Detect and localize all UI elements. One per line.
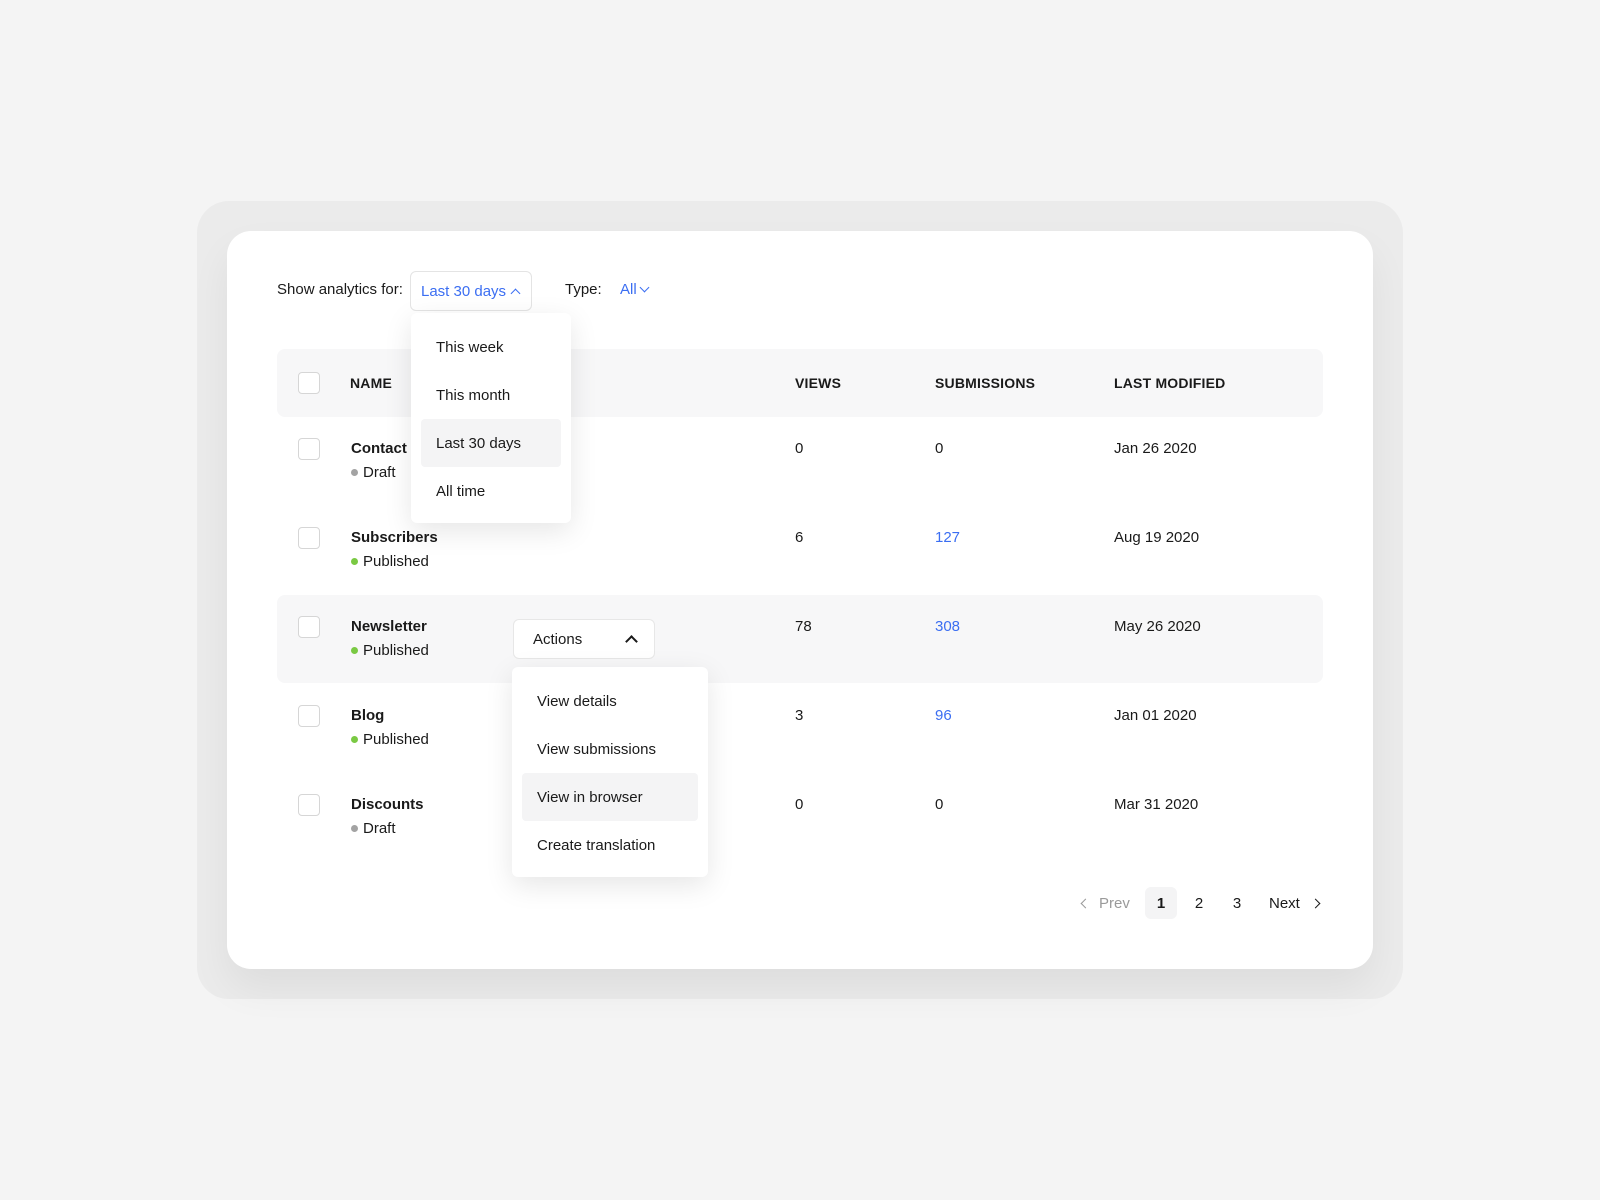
next-page-button[interactable]: Next <box>1269 887 1321 919</box>
column-header-views[interactable]: VIEWS <box>795 375 841 391</box>
period-dropdown-menu: This week This month Last 30 days All ti… <box>411 313 571 523</box>
row-views: 6 <box>795 529 804 546</box>
next-label: Next <box>1269 894 1300 912</box>
chevron-right-icon <box>1310 898 1321 908</box>
table-row[interactable]: Blog Published 3 96 Jan 01 2020 <box>277 684 1323 772</box>
page-button-3[interactable]: 3 <box>1221 887 1253 919</box>
chevron-up-icon <box>510 288 521 298</box>
period-dropdown[interactable]: Last 30 days <box>410 271 532 311</box>
row-last-modified: Mar 31 2020 <box>1114 796 1199 813</box>
status-text: Published <box>363 553 429 570</box>
row-name[interactable]: Discounts <box>351 796 424 813</box>
table-row[interactable]: Discounts Draft 0 0 Mar 31 2020 <box>277 773 1323 861</box>
page-button-2[interactable]: 2 <box>1183 887 1215 919</box>
row-name[interactable]: Blog <box>351 707 384 724</box>
menu-item-this-week[interactable]: This week <box>421 323 561 371</box>
status-text: Published <box>363 642 429 659</box>
status-dot-icon <box>351 469 358 476</box>
row-views: 3 <box>795 707 804 724</box>
row-views: 78 <box>795 618 812 635</box>
column-header-last-modified[interactable]: LAST MODIFIED <box>1114 375 1225 391</box>
status-text: Draft <box>363 820 396 837</box>
status-badge: Draft <box>351 820 396 837</box>
status-badge: Published <box>351 731 429 748</box>
actions-dropdown-label: Actions <box>533 630 583 648</box>
status-text: Draft <box>363 464 396 481</box>
row-name[interactable]: Newsletter <box>351 618 427 635</box>
page-button-1[interactable]: 1 <box>1145 887 1177 919</box>
status-badge: Draft <box>351 464 396 481</box>
row-name[interactable]: Subscribers <box>351 529 438 546</box>
row-last-modified: Aug 19 2020 <box>1114 529 1200 546</box>
menu-item-create-translation[interactable]: Create translation <box>522 821 698 869</box>
column-header-name[interactable]: NAME <box>350 375 392 391</box>
status-dot-icon <box>351 647 358 654</box>
column-header-submissions[interactable]: SUBMISSIONS <box>935 375 1035 391</box>
status-badge: Published <box>351 553 429 570</box>
row-checkbox[interactable] <box>298 616 320 638</box>
row-checkbox[interactable] <box>298 527 320 549</box>
row-submissions: 0 <box>935 440 944 457</box>
row-checkbox[interactable] <box>298 438 320 460</box>
type-label: Type: <box>565 281 602 298</box>
table-row[interactable]: Newsletter Published Actions 78 308 May … <box>277 595 1323 683</box>
menu-item-view-submissions[interactable]: View submissions <box>522 725 698 773</box>
chevron-up-icon <box>625 634 638 648</box>
row-checkbox[interactable] <box>298 705 320 727</box>
status-badge: Published <box>351 642 429 659</box>
prev-label: Prev <box>1099 894 1130 912</box>
row-submissions-link[interactable]: 127 <box>935 529 960 546</box>
row-submissions-link[interactable]: 96 <box>935 707 952 724</box>
type-dropdown[interactable]: All <box>620 281 650 298</box>
menu-item-view-details[interactable]: View details <box>522 677 698 725</box>
menu-item-all-time[interactable]: All time <box>421 467 561 515</box>
row-last-modified: Jan 26 2020 <box>1114 440 1197 457</box>
actions-dropdown[interactable]: Actions <box>513 619 655 659</box>
row-last-modified: May 26 2020 <box>1114 618 1201 635</box>
analytics-card: Show analytics for: Last 30 days Type: A… <box>227 231 1373 969</box>
select-all-checkbox[interactable] <box>298 372 320 394</box>
status-dot-icon <box>351 558 358 565</box>
status-text: Published <box>363 731 429 748</box>
menu-item-view-in-browser[interactable]: View in browser <box>522 773 698 821</box>
row-name[interactable]: Contact <box>351 440 407 457</box>
row-checkbox[interactable] <box>298 794 320 816</box>
type-dropdown-value: All <box>620 281 637 298</box>
row-views: 0 <box>795 796 804 813</box>
chevron-down-icon <box>639 282 650 293</box>
row-submissions-link[interactable]: 308 <box>935 618 960 635</box>
show-analytics-label: Show analytics for: <box>277 281 403 298</box>
menu-item-last-30-days[interactable]: Last 30 days <box>421 419 561 467</box>
actions-dropdown-menu: View details View submissions View in br… <box>512 667 708 877</box>
prev-page-button[interactable]: Prev <box>1080 887 1130 919</box>
menu-item-this-month[interactable]: This month <box>421 371 561 419</box>
status-dot-icon <box>351 825 358 832</box>
row-submissions: 0 <box>935 796 944 813</box>
row-views: 0 <box>795 440 804 457</box>
status-dot-icon <box>351 736 358 743</box>
period-dropdown-value: Last 30 days <box>421 282 507 300</box>
chevron-left-icon <box>1080 898 1091 908</box>
row-last-modified: Jan 01 2020 <box>1114 707 1197 724</box>
